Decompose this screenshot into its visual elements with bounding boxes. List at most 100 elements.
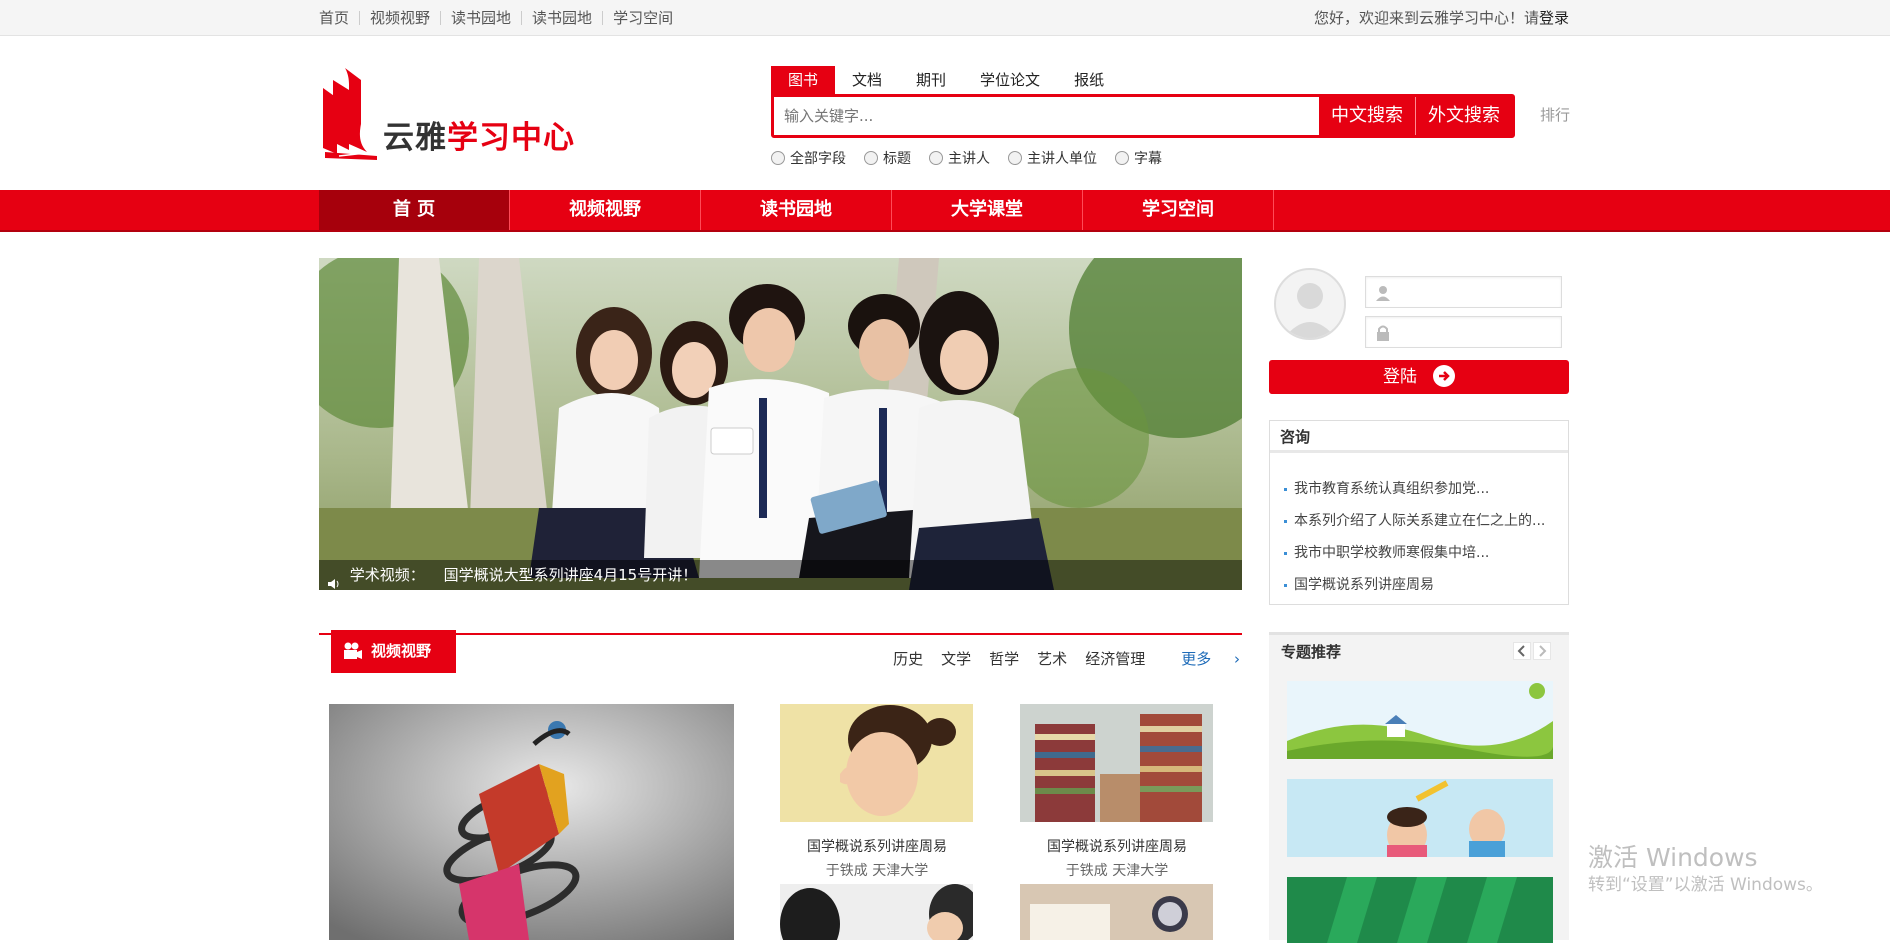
topics-title: 专题推荐 [1281,643,1342,661]
nav-video[interactable]: 视频视野 [510,190,701,230]
ranking-link[interactable]: 排行 [1540,104,1570,125]
search-tab-journals[interactable]: 期刊 [899,66,963,94]
nav-study-space[interactable]: 学习空间 [1083,190,1274,230]
user-avatar [1274,268,1346,340]
option-label: 主讲人单位 [1027,151,1097,167]
logo-text-part1: 云雅 [383,120,447,156]
option-title[interactable]: 标题 [864,148,911,168]
topic-banner-3[interactable] [1287,877,1553,943]
banner-photo [319,258,1242,590]
consult-list: 我市教育系统认真组织参加党... 本系列介绍了人际关系建立在仁之上的... 我市… [1270,453,1568,601]
list-item[interactable]: 本系列介绍了人际关系建立在仁之上的... [1284,505,1568,537]
list-item[interactable]: 国学概说系列讲座周易 [1284,569,1568,601]
list-item[interactable]: 我市教育系统认真组织参加党... [1284,473,1568,505]
site-logo[interactable]: 云雅学习中心 [319,64,574,160]
consult-item-text: 本系列介绍了人际关系建立在仁之上的... [1294,513,1546,529]
search-field-options: 全部字段 标题 主讲人 主讲人单位 字幕 [771,148,1515,168]
consult-title: 咨询 [1270,421,1568,453]
video-title-2[interactable]: 国学概说系列讲座周易 [1007,836,1227,856]
welcome-text: 您好，欢迎来到云雅学习中心！请登录 [1314,0,1569,36]
main-nav: 首 页 视频视野 读书园地 大学课堂 学习空间 [0,190,1890,232]
chinese-search-button[interactable]: 中文搜索 [1319,97,1416,135]
top-links: 首页 视频视野 读书园地 读书园地 学习空间 [319,0,683,36]
video-thumbnail-3[interactable] [780,884,973,940]
video-thumbnail-2[interactable] [1020,704,1213,822]
bullet-icon [1284,551,1287,555]
video-title-1[interactable]: 国学概说系列讲座周易 [767,836,987,856]
foreign-search-button[interactable]: 外文搜索 [1416,97,1512,135]
option-speaker[interactable]: 主讲人 [929,148,990,168]
windows-activation-watermark-text: 转到“设置”以激活 Windows。 [1588,875,1823,895]
logo-text: 云雅学习中心 [383,112,575,157]
banner-caption[interactable]: 学术视频： 国学概说大型系列讲座4月15号开讲！ [319,560,1242,590]
tab-art[interactable]: 艺术 [1037,648,1067,669]
prev-topic-button[interactable] [1513,642,1531,660]
video-thumbnail-1[interactable] [780,704,973,822]
search-bar: 中文搜索 外文搜索 [771,94,1515,138]
option-all-fields[interactable]: 全部字段 [771,148,846,168]
search-input[interactable] [774,97,1319,135]
consult-item-text: 我市中职学校教师寒假集中培... [1294,545,1490,561]
password-field[interactable] [1365,316,1562,348]
top-link-reading[interactable]: 读书园地 [440,11,521,26]
consult-panel: 咨询 我市教育系统认真组织参加党... 本系列介绍了人际关系建立在仁之上的...… [1269,420,1569,605]
tab-economics[interactable]: 经济管理 [1085,648,1145,669]
search-panel: 图书 文档 期刊 学位论文 报纸 中文搜索 外文搜索 全部字段 标题 主讲人 主… [771,66,1515,168]
option-speaker-org[interactable]: 主讲人单位 [1008,148,1097,168]
top-link-study-space[interactable]: 学习空间 [602,11,683,26]
tab-literature[interactable]: 文学 [941,648,971,669]
top-link-reading-2[interactable]: 读书园地 [521,11,602,26]
search-tab-books[interactable]: 图书 [771,66,836,94]
video-thumbnail-4[interactable] [1020,884,1213,940]
login-link[interactable]: 登录 [1539,9,1569,27]
radio-button[interactable] [1115,151,1129,165]
login-button[interactable]: 登陆 [1269,360,1569,394]
tab-philosophy[interactable]: 哲学 [989,648,1019,669]
more-link[interactable]: 更多 › [1163,648,1240,669]
top-link-video[interactable]: 视频视野 [359,11,440,26]
nav-reading[interactable]: 读书园地 [701,190,892,230]
top-bar: 首页 视频视野 读书园地 读书园地 学习空间 您好，欢迎来到云雅学习中心！请登录 [0,0,1890,36]
featured-video-thumbnail[interactable] [329,704,734,940]
topic-image [1287,681,1553,759]
video-category-tabs: 历史 文学 哲学 艺术 经济管理 更多 › [875,648,1240,669]
chevron-right-icon: › [1229,650,1240,668]
radio-button[interactable] [929,151,943,165]
next-topic-button[interactable] [1533,642,1551,660]
logo-text-part2: 学习中心 [447,120,575,156]
topic-banner-2[interactable] [1287,779,1553,857]
speaker-icon [327,570,341,589]
top-link-home[interactable]: 首页 [319,11,359,26]
default-avatar-icon [1284,283,1336,338]
video-speaker-1: 于铁成 天津大学 [825,863,929,879]
radio-button[interactable] [864,151,878,165]
user-icon [1376,286,1390,301]
book-logo-icon [323,68,377,160]
tab-history[interactable]: 历史 [893,648,923,669]
nav-home[interactable]: 首 页 [319,190,510,230]
bullet-icon [1284,583,1287,587]
welcome-message: 您好，欢迎来到云雅学习中心！请 [1313,9,1539,27]
nav-university-class[interactable]: 大学课堂 [892,190,1083,230]
video-thumbnail-image [1020,884,1213,940]
video-section-title-text: 视频视野 [371,642,432,660]
radio-button[interactable] [771,151,785,165]
list-item[interactable]: 我市中职学校教师寒假集中培... [1284,537,1568,569]
search-tab-documents[interactable]: 文档 [835,66,899,94]
search-tab-newspapers[interactable]: 报纸 [1057,66,1121,94]
video-camera-icon [344,642,362,659]
topic-banner-1[interactable] [1287,681,1553,759]
search-tabs: 图书 文档 期刊 学位论文 报纸 [771,66,1515,94]
topic-image [1287,779,1553,857]
video-section-title: 视频视野 [331,630,456,673]
consult-item-text: 我市教育系统认真组织参加党... [1294,481,1490,497]
video-thumbnail-image [780,884,973,940]
radio-button[interactable] [1008,151,1022,165]
hero-banner[interactable]: 学术视频： 国学概说大型系列讲座4月15号开讲！ [319,258,1242,590]
option-subtitles[interactable]: 字幕 [1115,148,1162,168]
banner-text: 国学概说大型系列讲座4月15号开讲！ [443,566,698,584]
video-thumbnail-image [1020,704,1213,822]
username-field[interactable] [1365,276,1562,308]
search-tab-theses[interactable]: 学位论文 [963,66,1057,94]
windows-activation-watermark-title: 激活 Windows [1588,843,1758,872]
